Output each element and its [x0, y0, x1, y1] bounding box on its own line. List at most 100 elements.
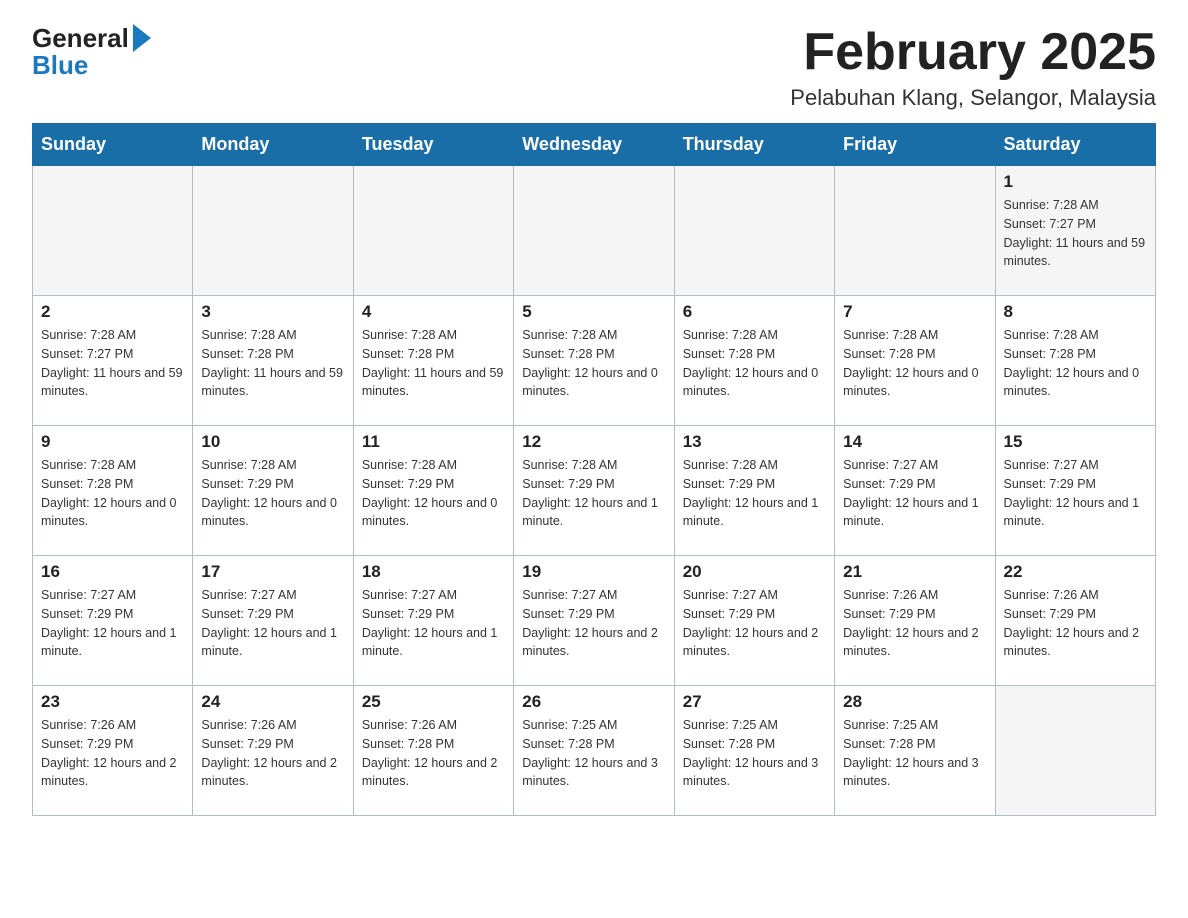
day-info: Sunrise: 7:27 AM Sunset: 7:29 PM Dayligh…	[683, 586, 826, 661]
calendar-cell	[514, 166, 674, 296]
day-number: 27	[683, 692, 826, 712]
day-info: Sunrise: 7:28 AM Sunset: 7:28 PM Dayligh…	[843, 326, 986, 401]
day-number: 13	[683, 432, 826, 452]
day-number: 18	[362, 562, 505, 582]
day-info: Sunrise: 7:26 AM Sunset: 7:29 PM Dayligh…	[41, 716, 184, 791]
logo-general-text: General	[32, 25, 129, 51]
day-info: Sunrise: 7:28 AM Sunset: 7:29 PM Dayligh…	[201, 456, 344, 531]
day-info: Sunrise: 7:28 AM Sunset: 7:27 PM Dayligh…	[1004, 196, 1147, 271]
day-info: Sunrise: 7:28 AM Sunset: 7:29 PM Dayligh…	[522, 456, 665, 531]
calendar-cell: 12 Sunrise: 7:28 AM Sunset: 7:29 PM Dayli…	[514, 426, 674, 556]
logo: General Blue	[32, 24, 151, 78]
calendar-table: SundayMondayTuesdayWednesdayThursdayFrid…	[32, 123, 1156, 816]
day-info: Sunrise: 7:26 AM Sunset: 7:29 PM Dayligh…	[201, 716, 344, 791]
weekday-header-saturday: Saturday	[995, 124, 1155, 166]
calendar-cell: 28 Sunrise: 7:25 AM Sunset: 7:28 PM Dayli…	[835, 686, 995, 816]
calendar-cell	[674, 166, 834, 296]
day-info: Sunrise: 7:28 AM Sunset: 7:28 PM Dayligh…	[41, 456, 184, 531]
day-info: Sunrise: 7:27 AM Sunset: 7:29 PM Dayligh…	[522, 586, 665, 661]
day-number: 16	[41, 562, 184, 582]
day-info: Sunrise: 7:28 AM Sunset: 7:28 PM Dayligh…	[362, 326, 505, 401]
day-info: Sunrise: 7:28 AM Sunset: 7:28 PM Dayligh…	[522, 326, 665, 401]
day-number: 6	[683, 302, 826, 322]
day-number: 26	[522, 692, 665, 712]
day-info: Sunrise: 7:27 AM Sunset: 7:29 PM Dayligh…	[41, 586, 184, 661]
day-info: Sunrise: 7:28 AM Sunset: 7:28 PM Dayligh…	[683, 326, 826, 401]
day-info: Sunrise: 7:28 AM Sunset: 7:28 PM Dayligh…	[201, 326, 344, 401]
logo-arrow-icon	[133, 24, 151, 52]
page-header: General Blue February 2025 Pelabuhan Kla…	[0, 0, 1188, 123]
calendar-cell: 15 Sunrise: 7:27 AM Sunset: 7:29 PM Dayli…	[995, 426, 1155, 556]
day-number: 25	[362, 692, 505, 712]
day-number: 28	[843, 692, 986, 712]
calendar-cell: 27 Sunrise: 7:25 AM Sunset: 7:28 PM Dayli…	[674, 686, 834, 816]
day-number: 3	[201, 302, 344, 322]
day-number: 9	[41, 432, 184, 452]
location-title: Pelabuhan Klang, Selangor, Malaysia	[790, 85, 1156, 111]
day-number: 1	[1004, 172, 1147, 192]
calendar-week-row: 23Sunrise: 7:26 AM Sunset: 7:29 PM Dayli…	[33, 686, 1156, 816]
day-info: Sunrise: 7:27 AM Sunset: 7:29 PM Dayligh…	[843, 456, 986, 531]
day-info: Sunrise: 7:26 AM Sunset: 7:28 PM Dayligh…	[362, 716, 505, 791]
calendar-cell: 13 Sunrise: 7:28 AM Sunset: 7:29 PM Dayli…	[674, 426, 834, 556]
day-number: 17	[201, 562, 344, 582]
day-number: 12	[522, 432, 665, 452]
calendar-cell: 20 Sunrise: 7:27 AM Sunset: 7:29 PM Dayli…	[674, 556, 834, 686]
day-info: Sunrise: 7:28 AM Sunset: 7:29 PM Dayligh…	[683, 456, 826, 531]
day-number: 19	[522, 562, 665, 582]
day-info: Sunrise: 7:27 AM Sunset: 7:29 PM Dayligh…	[362, 586, 505, 661]
day-info: Sunrise: 7:25 AM Sunset: 7:28 PM Dayligh…	[522, 716, 665, 791]
calendar-cell: 11 Sunrise: 7:28 AM Sunset: 7:29 PM Dayli…	[353, 426, 513, 556]
calendar-cell: 22Sunrise: 7:26 AM Sunset: 7:29 PM Dayli…	[995, 556, 1155, 686]
calendar-cell: 23Sunrise: 7:26 AM Sunset: 7:29 PM Dayli…	[33, 686, 193, 816]
calendar-cell: 14 Sunrise: 7:27 AM Sunset: 7:29 PM Dayli…	[835, 426, 995, 556]
day-number: 11	[362, 432, 505, 452]
day-number: 14	[843, 432, 986, 452]
day-info: Sunrise: 7:28 AM Sunset: 7:27 PM Dayligh…	[41, 326, 184, 401]
day-number: 2	[41, 302, 184, 322]
calendar-cell: 2 Sunrise: 7:28 AM Sunset: 7:27 PM Daylig…	[33, 296, 193, 426]
calendar-cell: 9 Sunrise: 7:28 AM Sunset: 7:28 PM Daylig…	[33, 426, 193, 556]
calendar-week-row: 16 Sunrise: 7:27 AM Sunset: 7:29 PM Dayli…	[33, 556, 1156, 686]
weekday-header-monday: Monday	[193, 124, 353, 166]
weekday-header-thursday: Thursday	[674, 124, 834, 166]
day-number: 15	[1004, 432, 1147, 452]
day-info: Sunrise: 7:28 AM Sunset: 7:29 PM Dayligh…	[362, 456, 505, 531]
calendar-week-row: 1 Sunrise: 7:28 AM Sunset: 7:27 PM Daylig…	[33, 166, 1156, 296]
day-info: Sunrise: 7:28 AM Sunset: 7:28 PM Dayligh…	[1004, 326, 1147, 401]
calendar-cell: 3 Sunrise: 7:28 AM Sunset: 7:28 PM Daylig…	[193, 296, 353, 426]
calendar-cell: 16 Sunrise: 7:27 AM Sunset: 7:29 PM Dayli…	[33, 556, 193, 686]
day-info: Sunrise: 7:25 AM Sunset: 7:28 PM Dayligh…	[843, 716, 986, 791]
calendar-week-row: 9 Sunrise: 7:28 AM Sunset: 7:28 PM Daylig…	[33, 426, 1156, 556]
calendar-cell: 17 Sunrise: 7:27 AM Sunset: 7:29 PM Dayli…	[193, 556, 353, 686]
day-number: 8	[1004, 302, 1147, 322]
weekday-header-sunday: Sunday	[33, 124, 193, 166]
calendar-cell: 10Sunrise: 7:28 AM Sunset: 7:29 PM Dayli…	[193, 426, 353, 556]
calendar-cell: 6 Sunrise: 7:28 AM Sunset: 7:28 PM Daylig…	[674, 296, 834, 426]
calendar-cell	[193, 166, 353, 296]
calendar-cell	[995, 686, 1155, 816]
calendar-week-row: 2 Sunrise: 7:28 AM Sunset: 7:27 PM Daylig…	[33, 296, 1156, 426]
calendar-cell: 19 Sunrise: 7:27 AM Sunset: 7:29 PM Dayli…	[514, 556, 674, 686]
calendar-cell: 26 Sunrise: 7:25 AM Sunset: 7:28 PM Dayli…	[514, 686, 674, 816]
calendar-cell: 21Sunrise: 7:26 AM Sunset: 7:29 PM Dayli…	[835, 556, 995, 686]
calendar-cell: 8 Sunrise: 7:28 AM Sunset: 7:28 PM Daylig…	[995, 296, 1155, 426]
calendar-cell: 1 Sunrise: 7:28 AM Sunset: 7:27 PM Daylig…	[995, 166, 1155, 296]
month-title: February 2025	[790, 24, 1156, 81]
weekday-header-tuesday: Tuesday	[353, 124, 513, 166]
day-info: Sunrise: 7:27 AM Sunset: 7:29 PM Dayligh…	[1004, 456, 1147, 531]
day-info: Sunrise: 7:25 AM Sunset: 7:28 PM Dayligh…	[683, 716, 826, 791]
day-number: 24	[201, 692, 344, 712]
calendar-cell	[835, 166, 995, 296]
day-number: 5	[522, 302, 665, 322]
weekday-header-wednesday: Wednesday	[514, 124, 674, 166]
calendar-cell: 24 Sunrise: 7:26 AM Sunset: 7:29 PM Dayli…	[193, 686, 353, 816]
calendar-cell: 4Sunrise: 7:28 AM Sunset: 7:28 PM Daylig…	[353, 296, 513, 426]
day-info: Sunrise: 7:26 AM Sunset: 7:29 PM Dayligh…	[1004, 586, 1147, 661]
day-info: Sunrise: 7:27 AM Sunset: 7:29 PM Dayligh…	[201, 586, 344, 661]
day-number: 7	[843, 302, 986, 322]
calendar-cell: 7 Sunrise: 7:28 AM Sunset: 7:28 PM Daylig…	[835, 296, 995, 426]
weekday-header-friday: Friday	[835, 124, 995, 166]
logo-blue-text: Blue	[32, 52, 88, 78]
day-number: 20	[683, 562, 826, 582]
